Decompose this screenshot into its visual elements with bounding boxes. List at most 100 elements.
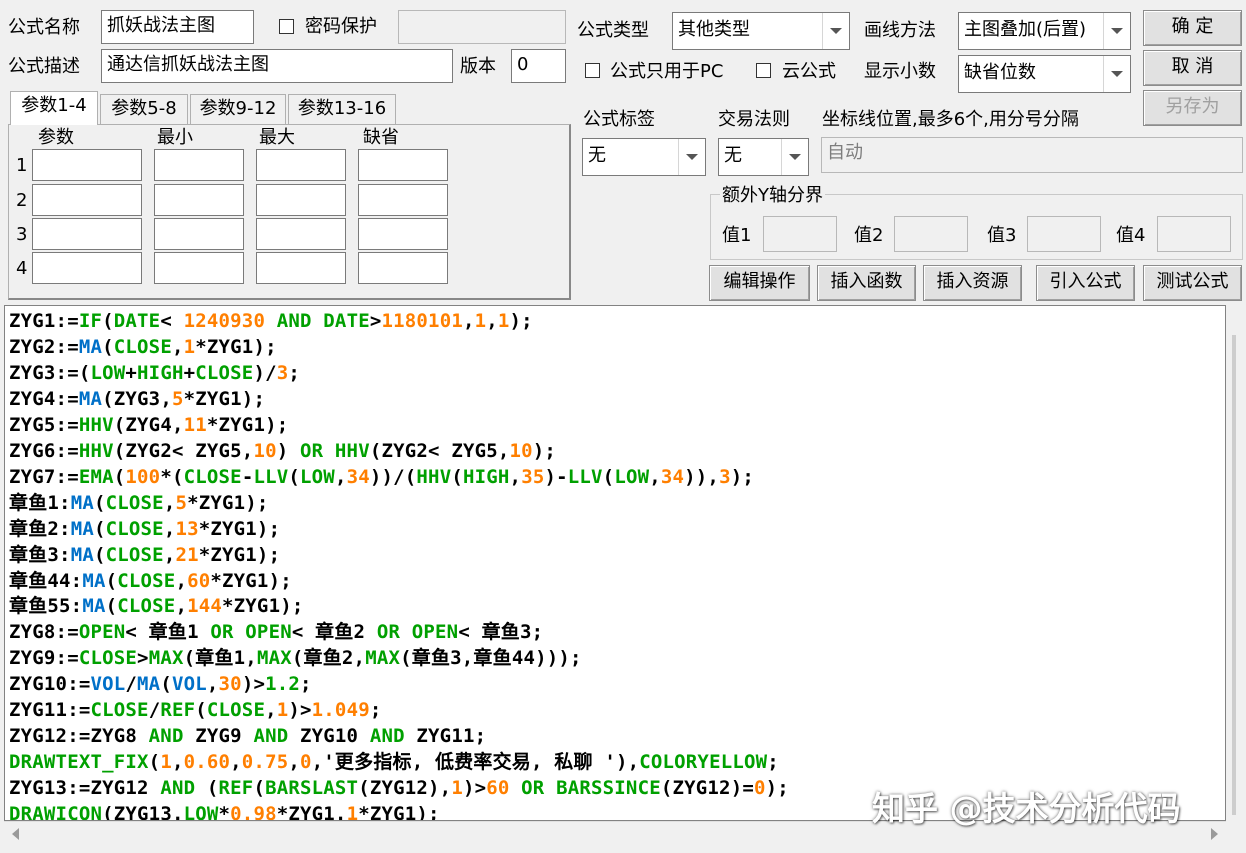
param-name-input[interactable]	[32, 252, 142, 284]
draw-method-select[interactable]: 主图叠加(后置)	[958, 12, 1131, 50]
code-token: LOW	[183, 803, 219, 821]
code-token: )>	[462, 777, 487, 800]
code-token: ,	[334, 465, 347, 488]
code-token: OPEN	[78, 621, 126, 644]
param-min-input[interactable]	[154, 149, 244, 181]
code-token: ZYG11;	[404, 725, 487, 748]
decimal-select[interactable]: 缺省位数	[958, 55, 1131, 93]
code-token: 章鱼3:	[9, 543, 71, 566]
param-default-input[interactable]	[358, 252, 448, 284]
code-token: MAX	[148, 647, 184, 670]
code-token: *ZYG1);	[195, 335, 277, 358]
code-token: BARSSINCE	[556, 777, 661, 800]
code-token: CLOSE	[78, 647, 138, 670]
code-token: ZYG1:=	[9, 310, 79, 332]
param-max-input[interactable]	[256, 149, 346, 181]
cancel-button[interactable]: 取 消	[1143, 50, 1242, 86]
formula-desc-input[interactable]: 通达信抓妖战法主图	[101, 49, 453, 83]
code-token: 1	[474, 310, 487, 332]
code-token: ,	[265, 699, 277, 722]
code-token: (	[288, 465, 301, 488]
value2-label: 值2	[854, 225, 884, 246]
formula-name-input[interactable]: 抓妖战法主图	[101, 10, 254, 44]
param-min-input[interactable]	[154, 184, 244, 216]
code-line: ZYG1:=IF(DATE< 1240930 AND DATE>1180101,…	[9, 308, 533, 334]
code-token: HHV	[78, 439, 114, 462]
pc-only-checkbox[interactable]	[585, 63, 600, 78]
param-col-min: 最小	[157, 127, 193, 148]
code-token: HHV	[334, 439, 370, 462]
param-min-input[interactable]	[154, 252, 244, 284]
param-name-input[interactable]	[32, 218, 142, 250]
edit-operations-button[interactable]: 编辑操作	[709, 265, 810, 301]
code-line: DRAWICON(ZYG13.LOW*0.98*ZYG1.1*ZYG1);	[9, 801, 440, 821]
param-name-input[interactable]	[32, 149, 142, 181]
trade-rule-value: 无	[724, 145, 742, 166]
code-token: (	[105, 595, 118, 618]
tab-params-13-16[interactable]: 参数13-16	[288, 94, 396, 124]
code-token: HHV	[416, 465, 452, 488]
code-token: < 章鱼2	[291, 621, 377, 644]
param-col-name: 参数	[38, 127, 74, 148]
scrollbar-thumb[interactable]	[1232, 335, 1236, 815]
password-checkbox[interactable]	[279, 19, 294, 34]
value2-input	[894, 216, 968, 252]
param-max-input[interactable]	[256, 252, 346, 284]
code-line: ZYG9:=CLOSE>MAX(章鱼1,MAX(章鱼2,MAX(章鱼3,章鱼44…	[9, 645, 582, 671]
code-token: )	[276, 439, 300, 462]
tab-params-1-4[interactable]: 参数1-4	[10, 91, 98, 125]
code-line: 章鱼55:MA(CLOSE,144*ZYG1);	[9, 593, 304, 619]
chevron-down-icon	[678, 139, 705, 175]
code-token: EMA	[78, 465, 114, 488]
code-token: LLV	[253, 465, 289, 488]
formula-tag-select[interactable]: 无	[582, 138, 706, 176]
code-line: 章鱼2:MA(CLOSE,13*ZYG1);	[9, 516, 280, 542]
import-formula-button[interactable]: 引入公式	[1036, 265, 1135, 301]
code-token: 章鱼44:	[9, 569, 83, 592]
param-default-input[interactable]	[358, 184, 448, 216]
code-token: REF	[160, 699, 196, 722]
insert-resource-button[interactable]: 插入资源	[923, 265, 1022, 301]
insert-function-button[interactable]: 插入函数	[817, 265, 916, 301]
param-default-input[interactable]	[358, 149, 448, 181]
trade-rule-select[interactable]: 无	[718, 138, 809, 176]
tab-params-5-8[interactable]: 参数5-8	[100, 94, 188, 124]
code-token: MA	[78, 387, 103, 410]
code-token: HIGH	[462, 465, 510, 488]
code-token: LOW	[300, 465, 335, 488]
scroll-right-icon[interactable]	[1211, 828, 1218, 840]
code-token: OR	[210, 621, 234, 644]
code-token: ,	[649, 465, 661, 488]
param-default-input[interactable]	[358, 218, 448, 250]
code-token: 1	[183, 335, 196, 358]
param-name-input[interactable]	[32, 184, 142, 216]
code-token: 3	[276, 361, 289, 384]
param-max-input[interactable]	[256, 184, 346, 216]
cloud-formula-checkbox[interactable]	[756, 63, 771, 78]
vertical-scrollbar[interactable]	[1226, 305, 1243, 821]
code-token: 0	[753, 777, 766, 800]
param-min-input[interactable]	[154, 218, 244, 250]
test-formula-button[interactable]: 测试公式	[1143, 265, 1242, 301]
code-token: );	[730, 465, 754, 488]
formula-type-select[interactable]: 其他类型	[672, 12, 850, 50]
code-token: BARSLAST	[265, 777, 359, 800]
code-token: )/	[253, 361, 277, 384]
scroll-left-icon[interactable]	[12, 828, 19, 840]
code-editor[interactable]: ZYG1:=IF(DATE< 1240930 AND DATE>1180101,…	[4, 305, 1226, 821]
ok-button[interactable]: 确 定	[1143, 10, 1242, 46]
code-token: (章鱼1,	[183, 647, 257, 670]
param-max-input[interactable]	[256, 218, 346, 250]
version-input[interactable]: 0	[511, 49, 566, 83]
code-token: )-	[544, 465, 568, 488]
value1-input	[763, 216, 837, 252]
coord-line-label: 坐标线位置,最多6个,用分号分隔	[822, 109, 1079, 130]
code-token: ;	[288, 361, 301, 384]
code-token: ))/(	[369, 465, 417, 488]
code-line: 章鱼1:MA(CLOSE,5*ZYG1);	[9, 490, 269, 516]
tab-params-9-12[interactable]: 参数9-12	[190, 94, 286, 124]
code-token: 30	[218, 673, 242, 696]
code-token: *ZYG1);	[210, 569, 292, 592]
